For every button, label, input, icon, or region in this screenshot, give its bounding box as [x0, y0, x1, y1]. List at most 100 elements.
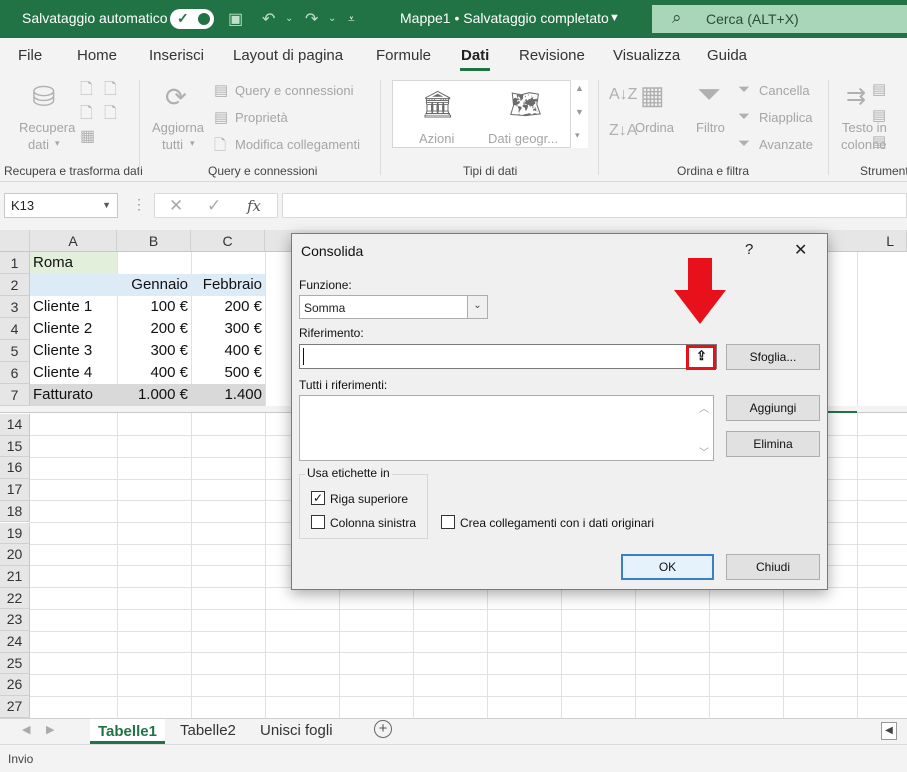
tab-help[interactable]: Guida	[707, 47, 747, 64]
stocks-button[interactable]: Azioni	[419, 131, 454, 146]
row-header[interactable]: 4	[0, 318, 30, 340]
cell-a7[interactable]: Fatturato	[30, 384, 117, 406]
gallery-more-icon[interactable]: ▾	[575, 130, 580, 141]
scroll-down-icon[interactable]: ﹀	[699, 444, 709, 459]
cell-b6[interactable]: 400 €	[117, 362, 191, 384]
search-box[interactable]: ⌕ Cerca (ALT+X)	[652, 5, 907, 33]
row-header[interactable]: 7	[0, 384, 30, 406]
row-header[interactable]: 14	[0, 414, 30, 436]
select-all-corner[interactable]	[0, 230, 30, 252]
row-header[interactable]: 2	[0, 274, 30, 296]
browse-button[interactable]: Sfoglia...	[726, 344, 820, 370]
close-button[interactable]: Chiudi	[726, 554, 820, 580]
row-header[interactable]: 5	[0, 340, 30, 362]
cell-b4[interactable]: 200 €	[117, 318, 191, 340]
cell-b3[interactable]: 100 €	[117, 296, 191, 318]
tab-formulas[interactable]: Formule	[376, 47, 431, 64]
tab-view[interactable]: Visualizza	[613, 47, 680, 64]
name-box[interactable]: K13 ▼	[4, 193, 118, 218]
confirm-icon[interactable]: ✓	[207, 196, 221, 216]
from-table-icon[interactable]: ▦	[80, 126, 95, 146]
refresh-all-button[interactable]: Aggiorna	[152, 120, 204, 135]
cell-c2[interactable]: Febbraio	[191, 274, 265, 296]
cell-a1[interactable]: Roma	[30, 252, 117, 274]
help-icon[interactable]: ?	[745, 241, 753, 258]
edit-links-button[interactable]: Modifica collegamenti	[235, 137, 360, 152]
top-row-label[interactable]: Riga superiore	[330, 492, 408, 506]
clear-button[interactable]: Cancella	[759, 83, 810, 98]
all-references-list[interactable]: ︿ ﹀	[299, 395, 714, 461]
top-row-checkbox[interactable]: ✓	[311, 491, 325, 505]
column-header-c[interactable]: C	[191, 230, 265, 252]
autosave-toggle[interactable]: ✓	[170, 9, 214, 29]
tab-home[interactable]: Home	[77, 47, 117, 64]
existing-connections-icon[interactable]: 🗋	[104, 102, 117, 129]
cell-a6[interactable]: Cliente 4	[30, 362, 117, 384]
save-icon[interactable]: ▣	[228, 9, 243, 29]
collapse-dialog-button[interactable]: ⇪	[686, 345, 716, 370]
tab-data[interactable]: Dati	[461, 47, 489, 64]
next-sheet-icon[interactable]: ▶	[46, 723, 54, 736]
sort-az-icon[interactable]: A↓Z	[609, 86, 637, 104]
cell-a5[interactable]: Cliente 3	[30, 340, 117, 362]
row-header[interactable]: 23	[0, 609, 30, 631]
tab-page-layout[interactable]: Layout di pagina	[233, 47, 343, 64]
cell-a4[interactable]: Cliente 2	[30, 318, 117, 340]
row-header[interactable]: 6	[0, 362, 30, 384]
insert-function-icon[interactable]: fx	[247, 197, 261, 215]
row-header[interactable]: 3	[0, 296, 30, 318]
data-validation-icon[interactable]: ▤	[872, 132, 886, 150]
cancel-icon[interactable]: ✕	[169, 196, 183, 216]
chevron-down-icon[interactable]: ⌄	[467, 296, 487, 318]
flash-fill-icon[interactable]: ▤	[872, 80, 886, 98]
tab-review[interactable]: Revisione	[519, 47, 585, 64]
filter-button[interactable]: Filtro	[696, 120, 725, 135]
cell-a3[interactable]: Cliente 1	[30, 296, 117, 318]
cell-c4[interactable]: 300 €	[191, 318, 265, 340]
function-select[interactable]: Somma ⌄	[299, 295, 488, 319]
reference-input[interactable]	[299, 344, 717, 369]
scroll-up-icon[interactable]: ︿	[699, 400, 709, 415]
row-header[interactable]: 24	[0, 631, 30, 653]
document-title[interactable]: Mappe1 • Salvataggio completato	[400, 10, 609, 26]
sheet-tab-tabelle1[interactable]: Tabelle1	[90, 719, 165, 744]
create-links-checkbox[interactable]	[441, 515, 455, 529]
get-data-button-line2[interactable]: dati	[28, 137, 49, 152]
from-text-icon[interactable]: 🗋	[80, 78, 93, 105]
ok-button[interactable]: OK	[621, 554, 714, 580]
cell-c7[interactable]: 1.400	[191, 384, 265, 406]
cell-b5[interactable]: 300 €	[117, 340, 191, 362]
row-header[interactable]: 26	[0, 674, 30, 697]
row-header[interactable]: 22	[0, 587, 30, 610]
row-header[interactable]: 21	[0, 565, 30, 588]
delete-button[interactable]: Elimina	[726, 431, 820, 457]
tab-insert[interactable]: Inserisci	[149, 47, 204, 64]
row-header[interactable]: 16	[0, 457, 30, 480]
refresh-all-button-line2[interactable]: tutti	[162, 137, 183, 152]
row-header[interactable]: 1	[0, 252, 30, 274]
sheet-tab-tabelle2[interactable]: Tabelle2	[180, 722, 236, 739]
cell-c5[interactable]: 400 €	[191, 340, 265, 362]
redo-dropdown-icon[interactable]: ⌄	[328, 13, 336, 24]
row-header[interactable]: 19	[0, 522, 30, 545]
recent-sources-icon[interactable]: 🗋	[104, 78, 117, 105]
row-header[interactable]: 20	[0, 544, 30, 566]
geography-button[interactable]: Dati geogr...	[488, 131, 558, 146]
sheet-tab-unisci-fogli[interactable]: Unisci fogli	[260, 722, 333, 739]
get-data-button[interactable]: Recupera	[19, 120, 75, 135]
column-header-b[interactable]: B	[117, 230, 191, 252]
chevron-down-icon[interactable]: ▼	[102, 200, 111, 210]
column-header-a[interactable]: A	[30, 230, 117, 252]
customize-toolbar-icon[interactable]: ⩡	[348, 12, 355, 27]
title-dropdown-icon[interactable]: ▼	[609, 12, 620, 24]
create-links-label[interactable]: Crea collegamenti con i dati originari	[460, 516, 654, 530]
cell-b7[interactable]: 1.000 €	[117, 384, 191, 406]
scroll-up-icon[interactable]: ▲	[575, 83, 584, 93]
queries-connections-button[interactable]: Query e connessioni	[235, 83, 354, 98]
scroll-left-icon[interactable]: ◀	[881, 722, 897, 740]
row-header[interactable]: 18	[0, 500, 30, 523]
close-icon[interactable]: ✕	[794, 240, 807, 260]
cell-c6[interactable]: 500 €	[191, 362, 265, 384]
left-column-label[interactable]: Colonna sinistra	[330, 516, 416, 530]
tab-file[interactable]: File	[18, 47, 42, 64]
